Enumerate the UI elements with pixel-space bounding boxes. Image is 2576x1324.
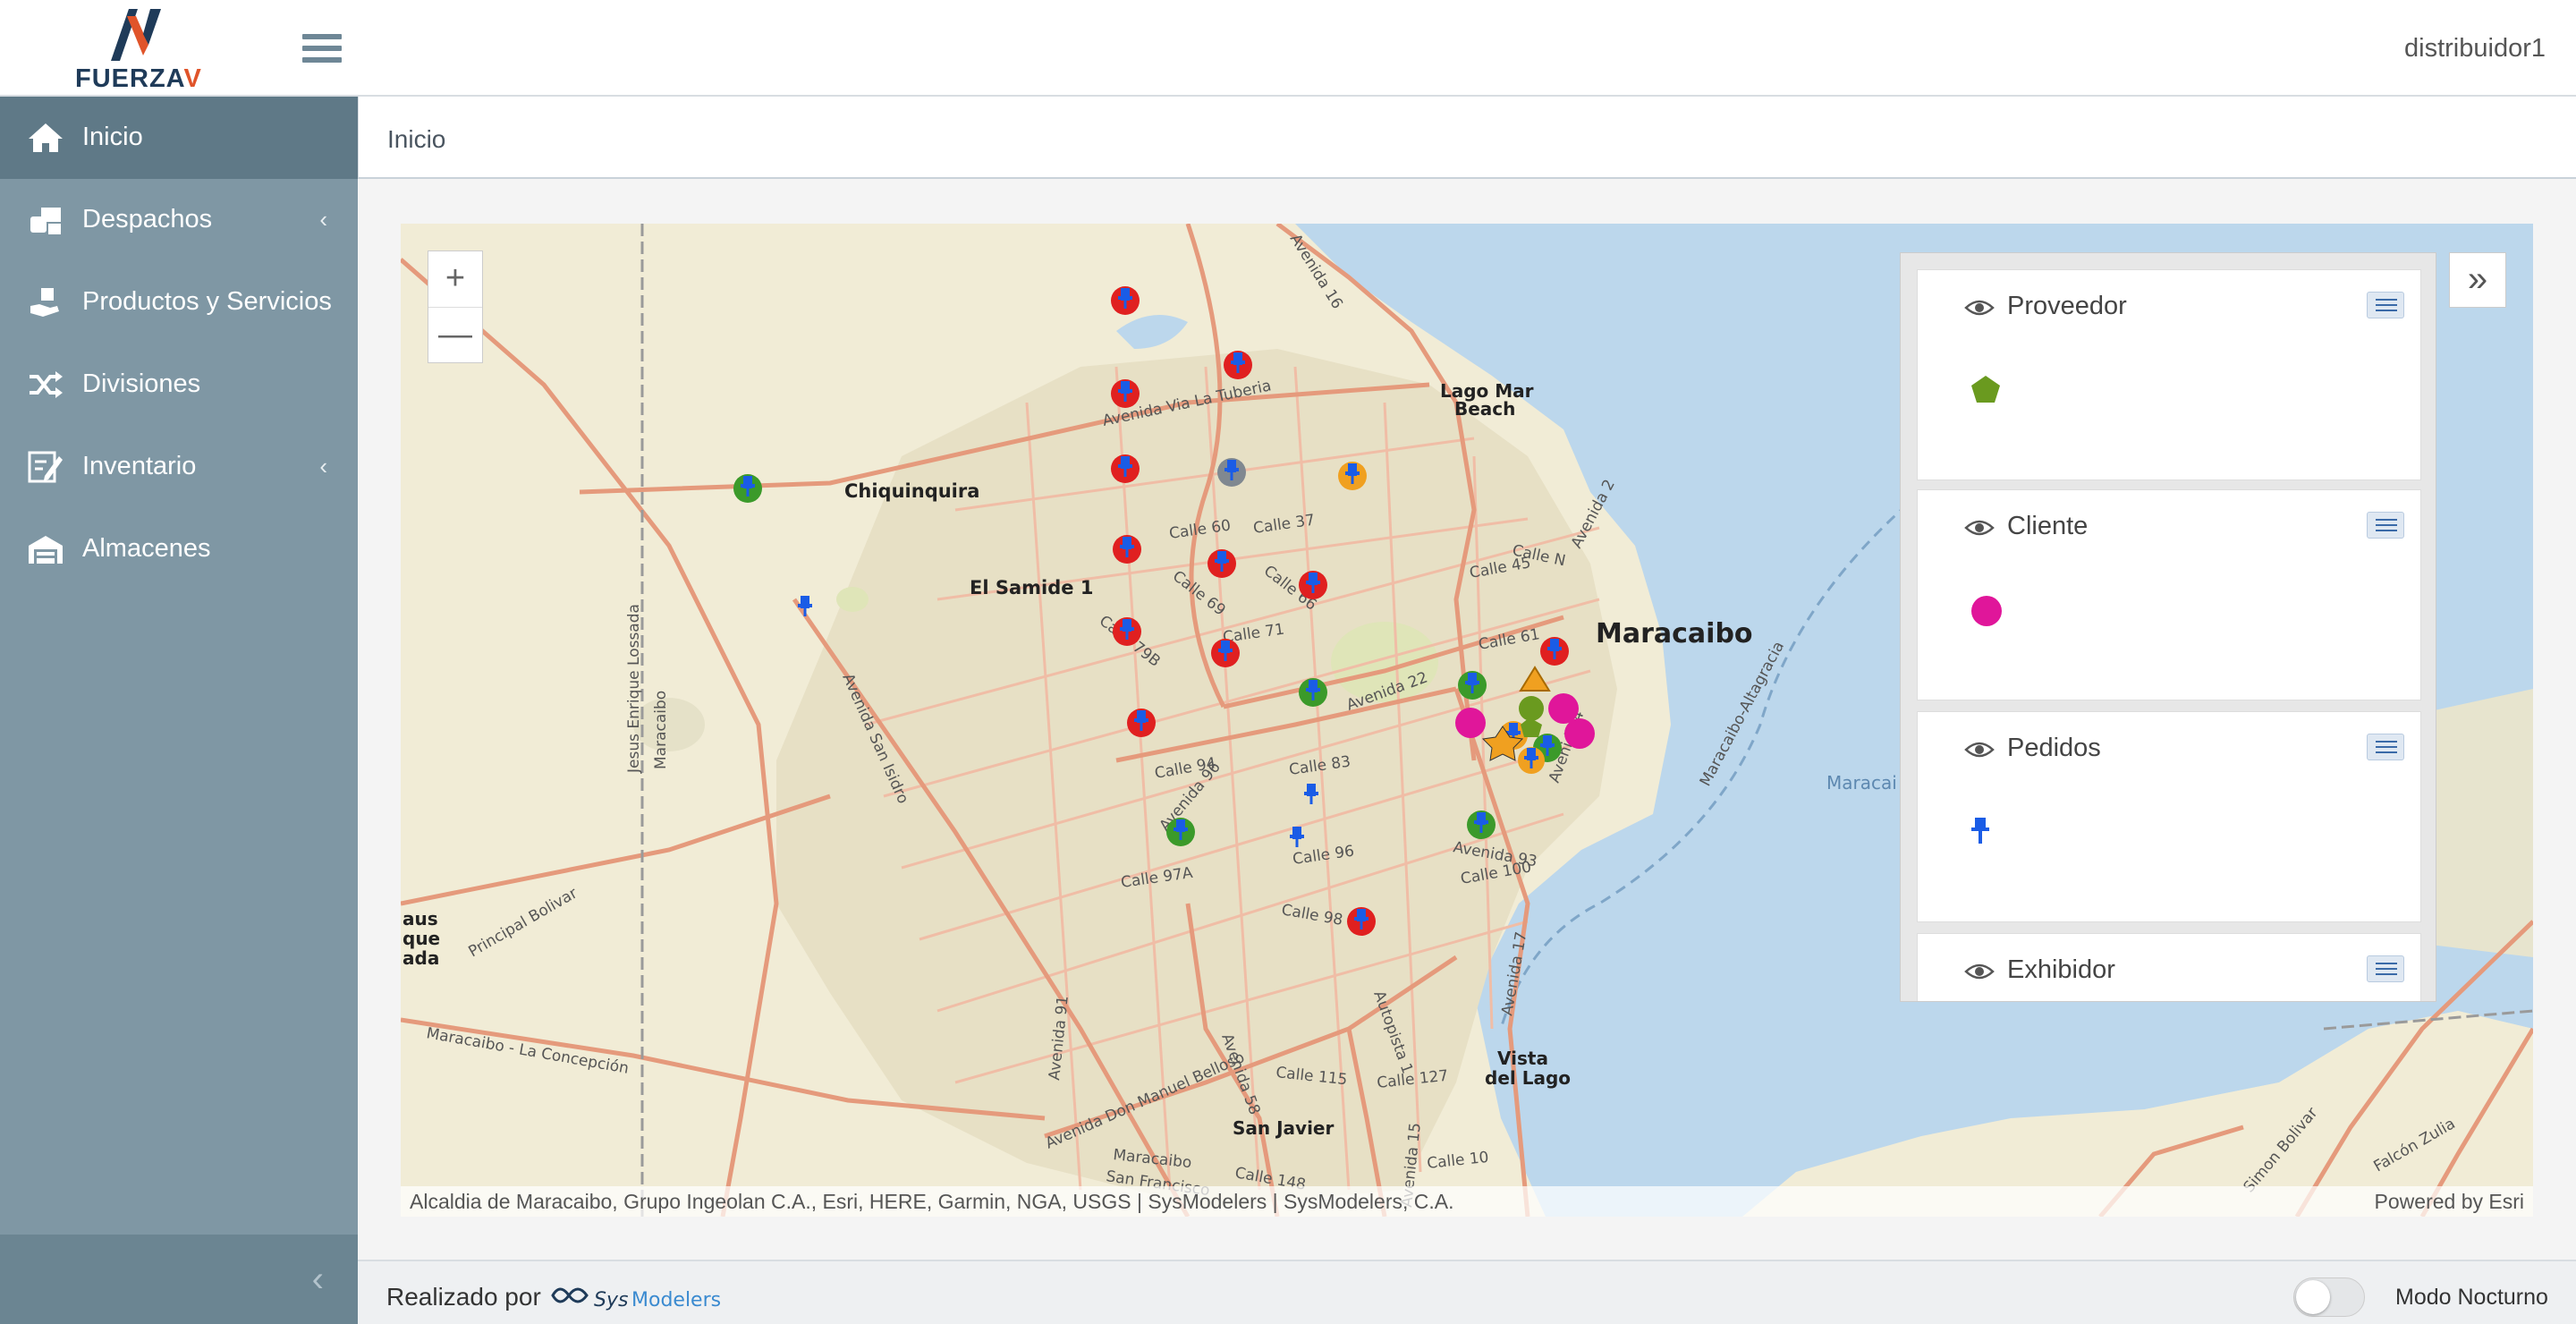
hand-product-icon [30,288,59,317]
magenta-circle-icon [1971,596,2002,626]
order-marker[interactable] [1224,351,1252,379]
order-marker[interactable] [1111,286,1140,315]
chevron-left-icon: ‹ [319,453,327,480]
night-mode-toggle[interactable] [2293,1277,2365,1317]
sidebar-item-almacenes[interactable]: Almacenes [0,508,358,590]
order-marker[interactable] [1347,907,1376,936]
home-icon [29,123,63,152]
sidebar-item-divisiones[interactable]: Divisiones [0,344,358,426]
order-marker[interactable] [1304,784,1318,804]
layer-list-panel: Proveedor Cliente Pedidos Exhibidor [1900,252,2436,1002]
footer-credit: Realizado por [386,1283,541,1311]
order-marker[interactable] [1217,458,1246,487]
sidebar-item-label: Divisiones [82,369,201,398]
sidebar-item-label: Inicio [82,123,143,151]
eye-icon[interactable] [1964,739,1995,760]
breadcrumb: Inicio [358,97,2576,179]
eye-icon[interactable] [1964,517,1995,539]
order-marker[interactable] [1299,678,1327,707]
zoom-out-button[interactable]: — [428,307,482,362]
sidebar-footer: ‹ [0,1235,358,1324]
page-footer: Realizado por Sys Modelers Modo Nocturno [358,1260,2576,1324]
powered-by-esri[interactable]: Powered by Esri [2375,1190,2524,1214]
map-attribution: Alcaldia de Maracaibo, Grupo Ingeolan C.… [401,1186,2533,1217]
edit-list-icon [28,451,63,483]
layer-name[interactable]: Cliente [2007,512,2088,541]
sidebar-item-label: Inventario [82,452,197,480]
svg-text:Modelers: Modelers [631,1289,721,1311]
sidebar-item-label: Productos y Servicios [82,287,332,316]
order-marker[interactable] [733,474,762,503]
order-marker[interactable] [1208,549,1236,578]
zoom-control: + — [428,250,483,363]
sidebar-item-despachos[interactable]: Despachos ‹ [0,179,358,261]
sidebar-item-inventario[interactable]: Inventario ‹ [0,426,358,508]
blue-pushpin-icon [1971,818,1989,844]
svg-text:Sys: Sys [594,1289,628,1311]
fuerzav-logo-mark [111,9,161,61]
layer-options-icon[interactable] [2367,955,2404,982]
order-marker[interactable] [1299,571,1327,599]
sidebar-item-label: Despachos [82,205,213,233]
order-marker[interactable] [1111,454,1140,483]
layer-options-icon[interactable] [2367,734,2404,760]
order-marker[interactable] [1211,639,1240,667]
hamburger-menu-icon[interactable] [302,34,342,66]
layer-name[interactable]: Exhibidor [2007,955,2115,985]
layer-item-cliente: Cliente [1917,489,2421,700]
breadcrumb-current[interactable]: Inicio [387,125,445,154]
sysmodelers-logo[interactable]: Sys Modelers [547,1277,744,1313]
collapse-sidebar-icon[interactable]: ‹ [312,1260,324,1300]
boxes-icon [30,208,61,234]
layer-options-icon[interactable] [2367,512,2404,539]
layer-options-icon[interactable] [2367,292,2404,318]
green-pentagon-icon [1971,376,2000,403]
eye-icon[interactable] [1964,961,1995,982]
zoom-in-button[interactable]: + [428,251,482,307]
order-marker[interactable] [1290,827,1304,847]
double-chevron-right-icon[interactable]: » [2449,252,2506,308]
shuffle-icon [30,371,63,398]
order-marker[interactable] [1127,709,1156,737]
chevron-left-icon: ‹ [319,206,327,233]
order-marker[interactable] [1338,462,1367,490]
fuerzav-logo[interactable]: FUERZAV [72,7,206,93]
order-marker[interactable] [1166,818,1195,846]
layer-item-pedidos: Pedidos [1917,711,2421,922]
marker-cluster[interactable] [1455,637,1595,774]
sidebar: Inicio Despachos ‹ Productos y Servicios… [0,97,358,1324]
layer-name[interactable]: Pedidos [2007,734,2101,763]
layer-item-proveedor: Proveedor [1917,269,2421,480]
top-header: FUERZAV distribuidor1 [0,0,2576,97]
logo-text: FUERZAV [75,64,202,93]
night-mode-label: Modo Nocturno [2395,1285,2548,1310]
order-marker[interactable] [1111,379,1140,408]
eye-icon[interactable] [1964,297,1995,318]
attribution-text[interactable]: Alcaldia de Maracaibo, Grupo Ingeolan C.… [410,1190,1454,1214]
order-marker[interactable] [1113,535,1141,564]
warehouse-icon [29,536,63,564]
sidebar-item-label: Almacenes [82,534,211,563]
sidebar-item-inicio[interactable]: Inicio [0,97,358,179]
sidebar-item-productos-servicios[interactable]: Productos y Servicios [0,261,358,344]
order-marker[interactable] [798,596,812,616]
user-name[interactable]: distribuidor1 [2404,34,2546,64]
layer-name[interactable]: Proveedor [2007,292,2127,321]
layer-item-exhibidor: Exhibidor [1917,933,2421,1001]
order-marker[interactable] [1467,811,1496,839]
order-marker[interactable] [1113,617,1141,646]
